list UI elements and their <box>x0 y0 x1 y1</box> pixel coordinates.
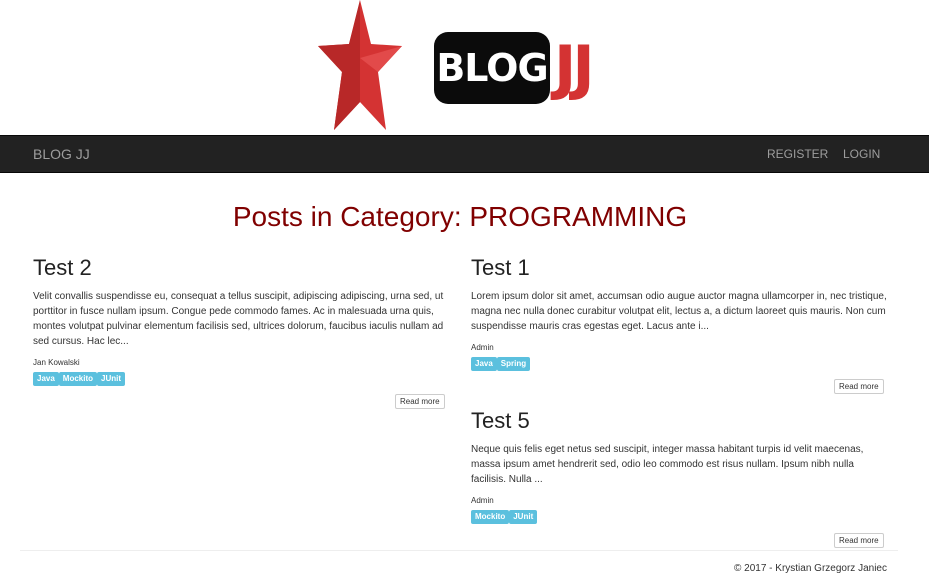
post-excerpt: Velit convallis suspendisse eu, consequa… <box>33 291 444 347</box>
read-more-button[interactable]: Read more <box>834 533 884 548</box>
logo-jj-text: JJ <box>554 33 595 103</box>
read-more-button[interactable]: Read more <box>834 379 884 394</box>
navbar-brand[interactable]: BLOG JJ <box>33 136 90 172</box>
page-title: Posts in Category: PROGRAMMING <box>232 201 688 232</box>
post-card: Test 5 Neque quis felis eget netus sed s… <box>471 408 889 525</box>
tag-badge[interactable]: JUnit <box>97 372 126 386</box>
footer-divider <box>20 550 898 551</box>
logo-blog-text: BLOG <box>434 32 550 104</box>
post-title[interactable]: Test 2 <box>33 255 451 281</box>
read-more-button[interactable]: Read more <box>395 394 445 409</box>
tag-badge[interactable]: JUnit <box>509 510 538 524</box>
post-excerpt: Neque quis felis eget netus sed suscipit… <box>471 444 864 485</box>
tag-badge[interactable]: Spring <box>496 357 531 371</box>
post-author: Admin <box>471 496 494 505</box>
post-card: Test 2 Velit convallis suspendisse eu, c… <box>33 255 451 387</box>
page: BLOG JJ BLOG JJ REGISTER LOGIN Posts in … <box>0 0 929 581</box>
post-title[interactable]: Test 5 <box>471 408 889 434</box>
site-logo[interactable]: BLOG JJ <box>0 0 929 135</box>
post-tags: Java Spring <box>471 357 889 372</box>
tag-badge[interactable]: Java <box>33 372 59 386</box>
post-author: Admin <box>471 343 494 352</box>
star-icon <box>318 0 402 130</box>
post-card: Test 1 Lorem ipsum dolor sit amet, accum… <box>471 255 889 372</box>
post-tags: Java Mockito JUnit <box>33 372 451 387</box>
post-tags: Mockito JUnit <box>471 510 889 525</box>
post-excerpt: Lorem ipsum dolor sit amet, accumsan odi… <box>471 291 887 332</box>
tag-badge[interactable]: Mockito <box>471 510 510 524</box>
post-author: Jan Kowalski <box>33 358 80 367</box>
footer-copyright: © 2017 - Krystian Grzegorz Janiec <box>734 563 887 574</box>
tag-badge[interactable]: Java <box>471 357 497 371</box>
login-link[interactable]: LOGIN <box>843 136 880 172</box>
tag-badge[interactable]: Mockito <box>58 372 98 386</box>
post-title[interactable]: Test 1 <box>471 255 889 281</box>
register-link[interactable]: REGISTER <box>767 136 828 172</box>
navbar: BLOG JJ REGISTER LOGIN <box>0 135 929 173</box>
